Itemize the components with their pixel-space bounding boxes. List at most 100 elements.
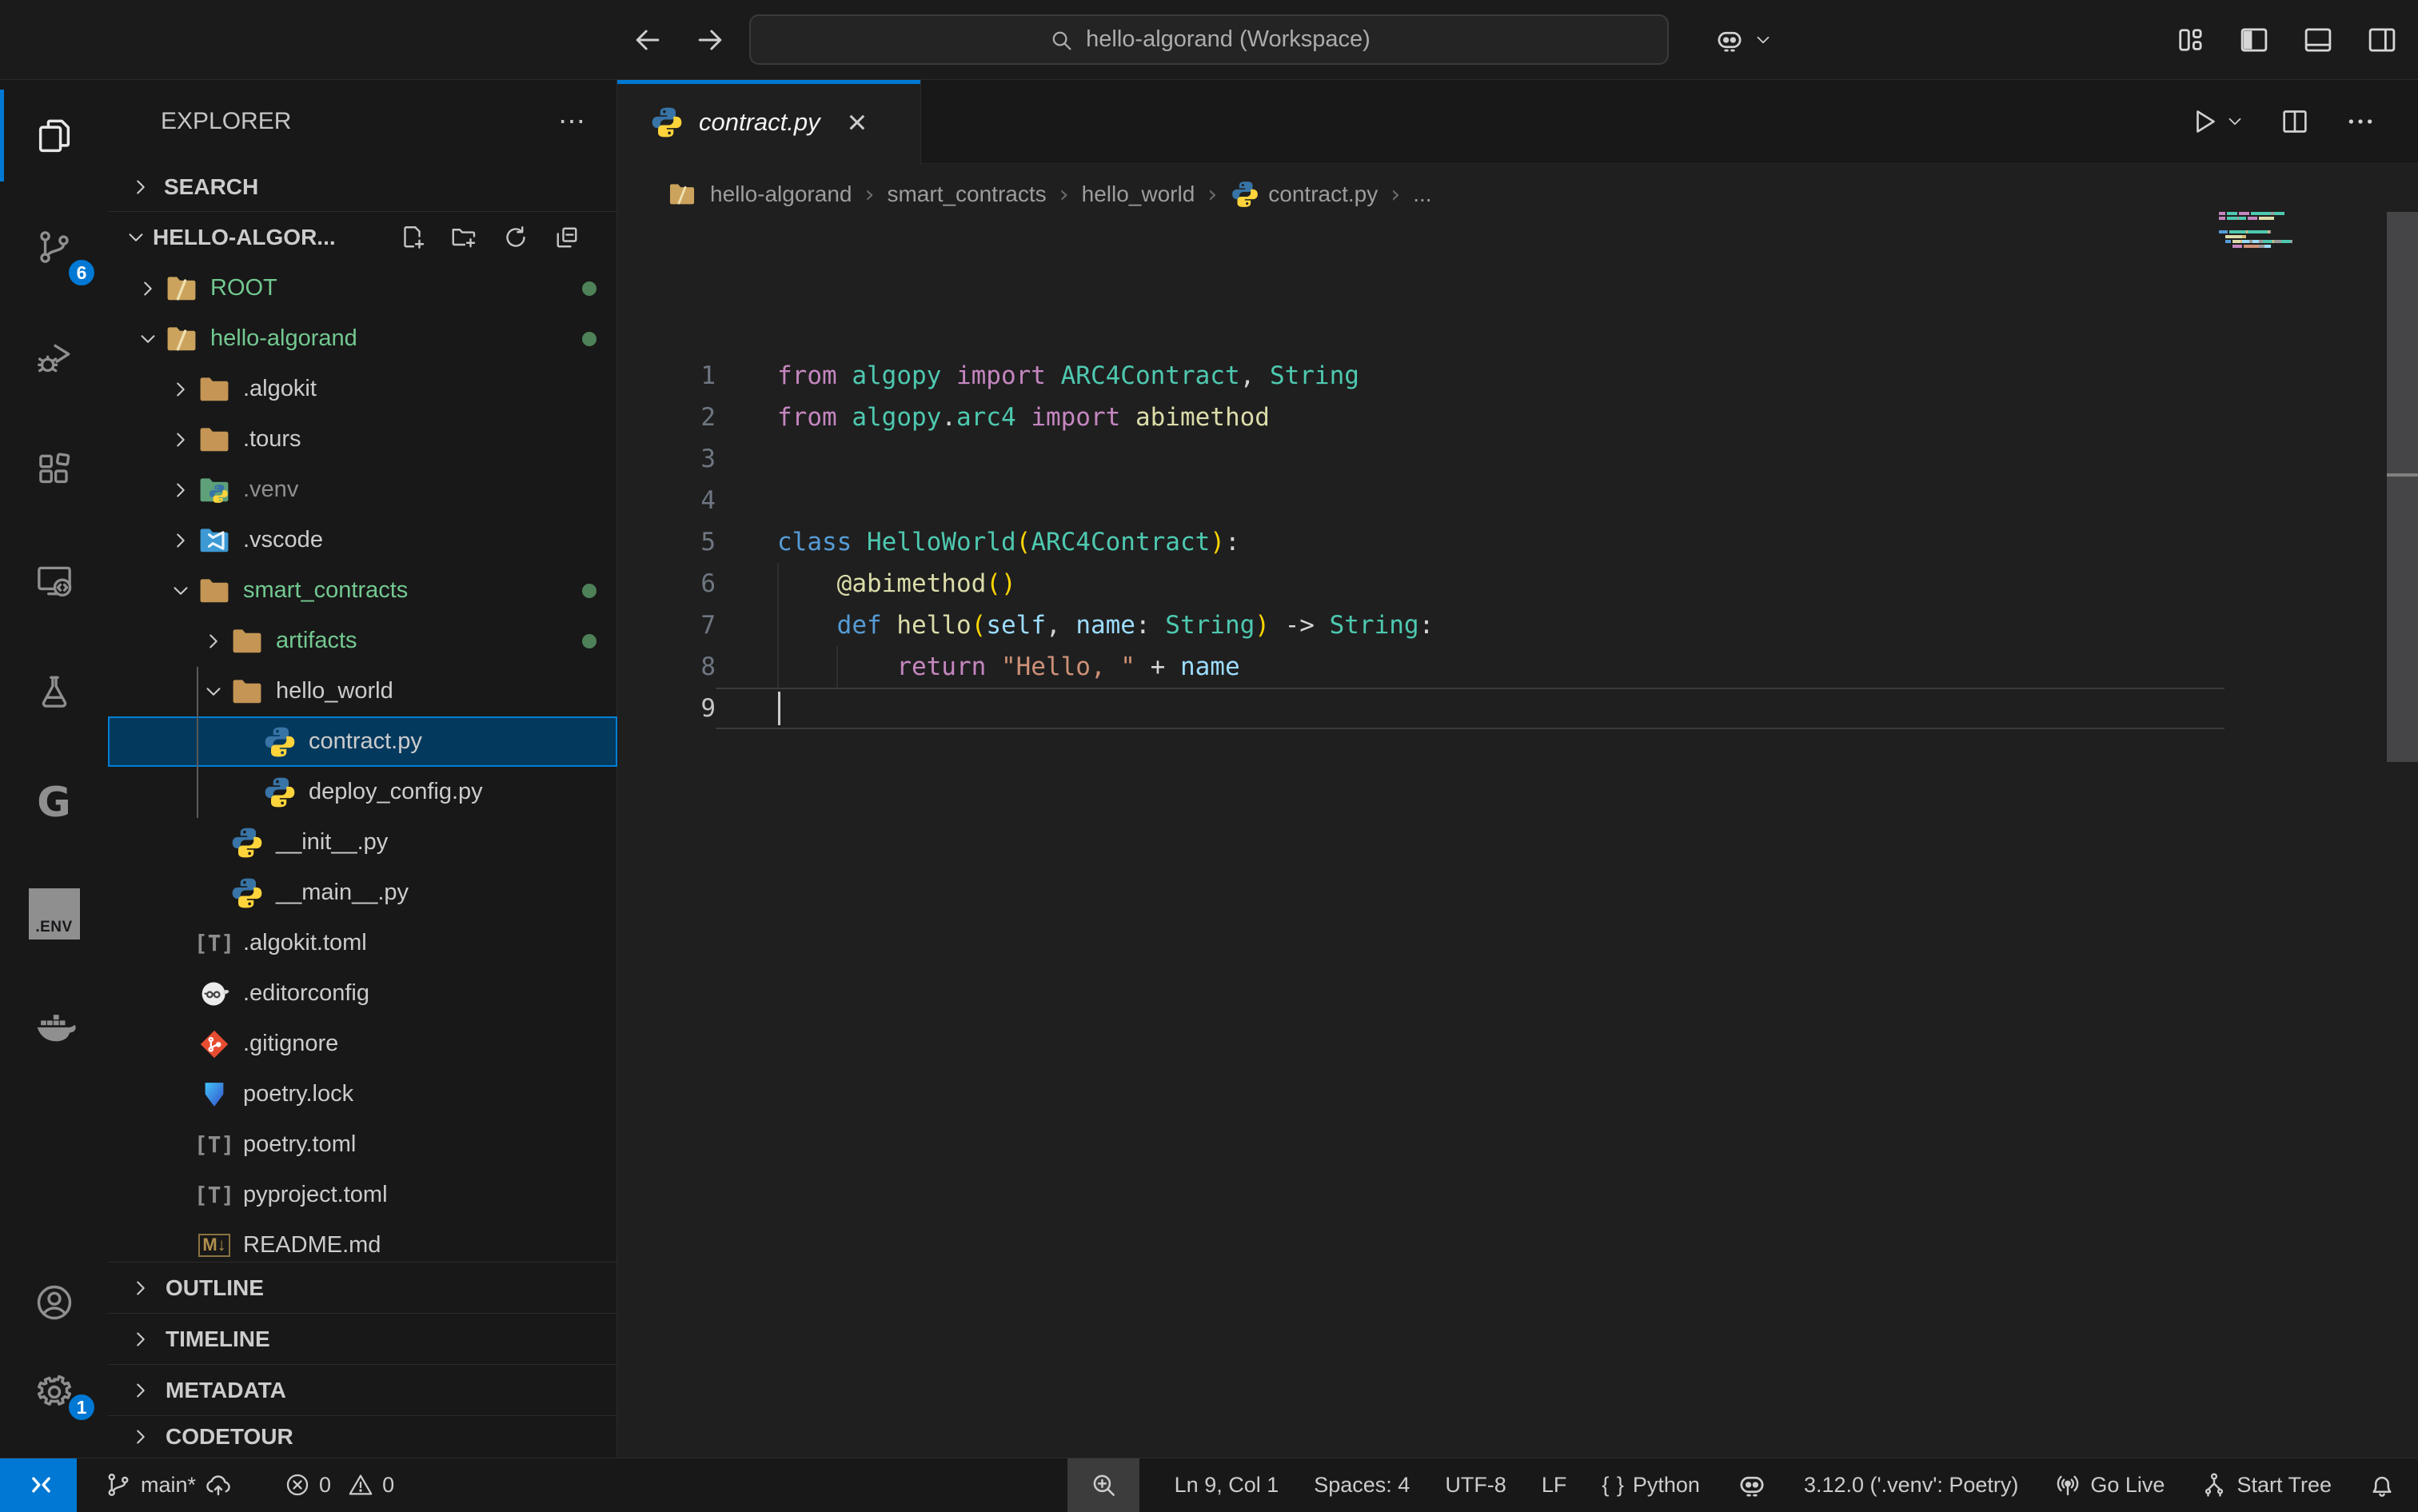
tree-item-tours[interactable]: .tours [108, 414, 617, 465]
status-python-interpreter[interactable]: 3.12.0 ('.venv': Poetry) [1804, 1473, 2018, 1498]
activity-item-testing[interactable] [0, 636, 108, 747]
status-copilot[interactable] [1735, 1468, 1769, 1502]
sidebar-section-timeline[interactable]: TIMELINE [108, 1313, 616, 1364]
activity-item-docker[interactable] [0, 969, 108, 1080]
sidebar-title: EXPLORER [161, 108, 291, 135]
status-encoding[interactable]: UTF-8 [1445, 1473, 1506, 1498]
code-editor[interactable]: 1from algopy import ARC4Contract, String… [617, 225, 2418, 729]
tree-item-label: poetry.toml [243, 1131, 356, 1158]
sidebar-section-codetour[interactable]: CODETOUR [108, 1415, 616, 1458]
activity-item-dotenv[interactable]: .ENV [0, 858, 108, 969]
remote-indicator[interactable] [0, 1458, 77, 1512]
activity-item-accounts[interactable] [0, 1258, 108, 1347]
views-and-more-actions-icon[interactable]: ⋯ [558, 106, 588, 138]
current-line-highlight [716, 688, 2224, 729]
status-indentation[interactable]: Spaces: 4 [1314, 1473, 1410, 1498]
tree-item-deploy-config-py[interactable]: deploy_config.py [108, 767, 617, 817]
breadcrumb-separator: › [1059, 181, 1069, 209]
python-icon [262, 724, 297, 760]
tree-item-main-py[interactable]: __main__.py [108, 868, 617, 918]
activity-item-source-control[interactable]: 6 [0, 191, 108, 302]
new-folder-button[interactable] [450, 223, 479, 252]
navigate-back-icon[interactable] [630, 22, 665, 58]
new-file-button[interactable] [399, 223, 428, 252]
toml-icon: [T] [197, 1178, 232, 1213]
tree-item-vscode[interactable]: .vscode [108, 515, 617, 565]
tree-item-venv[interactable]: .venv [108, 465, 617, 515]
explorer-sidebar: EXPLORER ⋯ SEARCH HELLO-ALGOR... ROOThel… [108, 80, 617, 1458]
close-tab-icon[interactable]: × [848, 106, 868, 139]
collapse-folders-button[interactable] [553, 223, 581, 252]
split-editor-button[interactable] [2279, 106, 2311, 138]
tree-item-init-py[interactable]: __init__.py [108, 817, 617, 868]
tree-item-hello-world[interactable]: hello_world [108, 666, 617, 716]
activity-item-algokit[interactable]: G [0, 747, 108, 858]
more-actions-button[interactable] [2344, 106, 2376, 138]
activity-item-settings[interactable]: 1 [0, 1347, 108, 1437]
sidebar-section-search[interactable]: SEARCH [108, 162, 616, 212]
status-language-mode[interactable]: { }Python [1602, 1473, 1700, 1498]
breadcrumb-item[interactable] [667, 179, 697, 209]
minimap[interactable] [2219, 212, 2312, 263]
tree-item-label: .vscode [243, 527, 323, 553]
chevron-down-icon[interactable] [2224, 111, 2245, 132]
editor-scrollbar[interactable] [2387, 212, 2418, 762]
toggle-primary-sidebar-icon[interactable] [2237, 23, 2271, 57]
tree-item-smart-contracts[interactable]: smart_contracts [108, 565, 617, 616]
copilot-menu[interactable] [1713, 0, 1774, 80]
git-modified-dot [582, 584, 597, 598]
tree-item-editorconfig[interactable]: .editorconfig [108, 968, 617, 1019]
breadcrumb-separator: › [1207, 181, 1217, 209]
tree-item-artifacts[interactable]: artifacts [108, 616, 617, 666]
tree-item-gitignore[interactable]: .gitignore [108, 1019, 617, 1069]
status-git-branch[interactable]: main* [104, 1470, 233, 1499]
copilot-icon [1713, 23, 1746, 57]
tree-item-poetry-lock[interactable]: poetry.lock [108, 1069, 617, 1119]
breadcrumb-item-hello-algorand[interactable]: hello-algorand [710, 182, 852, 207]
toggle-secondary-sidebar-icon[interactable] [2365, 23, 2399, 57]
breadcrumb-item-smart-contracts[interactable]: smart_contracts [887, 182, 1046, 207]
status-problems-warnings[interactable]: 0 [347, 1471, 394, 1498]
editor-actions [921, 80, 2418, 164]
run-python-file-button[interactable] [2188, 106, 2245, 138]
sidebar-section-metadata[interactable]: METADATA [108, 1364, 616, 1415]
status-go-live[interactable]: Go Live [2053, 1470, 2165, 1499]
code-line-3: 3 [617, 438, 2418, 480]
breadcrumb-separator: › [864, 181, 874, 209]
tab-contract-py[interactable]: contract.py × [617, 80, 921, 164]
command-center[interactable]: hello-algorand (Workspace) [749, 14, 1669, 65]
tree-item-label: .gitignore [243, 1031, 338, 1057]
tree-item-algokit[interactable]: .algokit [108, 364, 617, 414]
poetry-icon [197, 1077, 232, 1112]
minimap-line [2219, 240, 2292, 243]
chevron-right-icon [129, 1425, 153, 1449]
status-problems-errors[interactable]: 0 [284, 1471, 331, 1498]
navigate-forward-icon[interactable] [692, 22, 728, 58]
activity-item-run-and-debug[interactable] [0, 302, 108, 413]
tree-item-contract-py[interactable]: contract.py [108, 716, 617, 767]
toggle-panel-icon[interactable] [2301, 23, 2335, 57]
refresh-explorer-button[interactable] [501, 223, 530, 252]
activity-item-remote-explorer[interactable] [0, 525, 108, 636]
status-start-tree[interactable]: Start Tree [2200, 1470, 2332, 1499]
breadcrumb-item-hello-world[interactable]: hello_world [1082, 182, 1195, 207]
breadcrumb-item--[interactable]: ... [1413, 182, 1431, 207]
tree-item-hello-algorand[interactable]: hello-algorand [108, 313, 617, 364]
tree-item-algokit-toml[interactable]: [T].algokit.toml [108, 918, 617, 968]
activity-item-explorer[interactable] [0, 80, 108, 191]
status-end-of-line[interactable]: LF [1542, 1473, 1567, 1498]
tree-item-label: pyproject.toml [243, 1182, 388, 1208]
status-cursor-position[interactable]: Ln 9, Col 1 [1175, 1473, 1279, 1498]
activity-item-extensions[interactable] [0, 413, 108, 525]
tree-item-poetry-toml[interactable]: [T]poetry.toml [108, 1119, 617, 1170]
tree-item-pyproject-toml[interactable]: [T] pyproject.toml [108, 1170, 617, 1220]
breadcrumb-item-contract-py[interactable]: contract.py [1230, 179, 1378, 209]
tree-item-label: deploy_config.py [309, 779, 483, 805]
code-line-6: 6 @abimethod() [617, 563, 2418, 604]
status-notifications[interactable] [2367, 1470, 2397, 1500]
customize-layout-icon[interactable] [2173, 23, 2207, 57]
tree-item-root[interactable]: ROOT [108, 263, 617, 313]
workspace-folder-header[interactable]: HELLO-ALGOR... [108, 212, 616, 263]
status-zoom[interactable] [1067, 1458, 1139, 1512]
sidebar-section-outline[interactable]: OUTLINE [108, 1262, 616, 1313]
